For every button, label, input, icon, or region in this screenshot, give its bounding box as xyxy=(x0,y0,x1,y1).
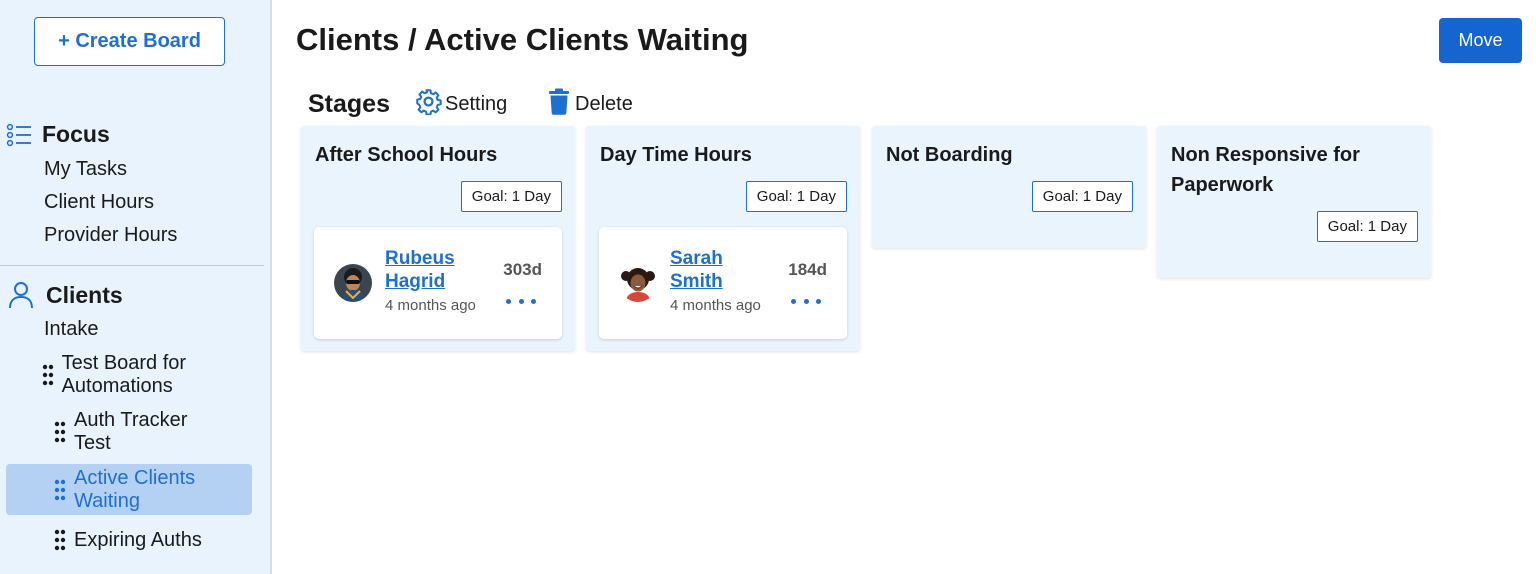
move-button[interactable]: Move xyxy=(1439,18,1522,63)
sidebar-item-my-tasks[interactable]: My Tasks xyxy=(44,158,127,181)
goal-badge: Goal: 1 Day xyxy=(1031,181,1133,212)
drag-handle-icon[interactable] xyxy=(6,478,74,502)
gear-icon xyxy=(415,88,445,121)
goal-badge: Goal: 1 Day xyxy=(1316,211,1418,242)
client-card[interactable]: Rubeus Hagrid 4 months ago 303d xyxy=(314,227,562,339)
drag-handle-icon[interactable] xyxy=(6,363,62,387)
stage-column-day-time-hours: Day Time Hours Goal: 1 Day Sarah Smith 4… xyxy=(586,126,860,351)
sidebar-board-label: Auth Tracker Test xyxy=(74,409,188,454)
days-count: 303d xyxy=(503,260,542,279)
days-count: 184d xyxy=(788,260,827,279)
sidebar-board-label: Active Clients Waiting xyxy=(74,466,196,512)
client-card[interactable]: Sarah Smith 4 months ago 184d xyxy=(599,227,847,339)
stage-title: Day Time Hours xyxy=(600,144,752,166)
stage-title: After School Hours xyxy=(315,144,498,166)
drag-handle-icon[interactable] xyxy=(6,528,74,552)
goal-badge: Goal: 1 Day xyxy=(745,181,847,212)
sidebar-board-auth-tracker[interactable]: Auth Tracker Test xyxy=(6,408,252,456)
goal-badge: Goal: 1 Day xyxy=(460,181,562,212)
create-board-button[interactable]: + Create Board xyxy=(34,17,225,66)
sidebar-item-intake[interactable]: Intake xyxy=(44,318,98,341)
avatar xyxy=(619,264,657,302)
page-title: Clients / Active Clients Waiting xyxy=(296,22,749,57)
delete-label: Delete xyxy=(575,92,633,115)
delete-button[interactable]: Delete xyxy=(548,88,633,121)
card-timestamp: 4 months ago xyxy=(670,297,761,314)
focus-section-title: Focus xyxy=(42,121,110,147)
stages-label: Stages xyxy=(308,90,390,118)
setting-button[interactable]: Setting xyxy=(415,88,508,121)
stage-column-after-school-hours: After School Hours Goal: 1 Day Rubeus Ha… xyxy=(301,126,575,351)
sidebar-board-test-board[interactable]: Test Board for Automations xyxy=(6,351,252,399)
sidebar-board-label: Expiring Auths xyxy=(74,528,202,551)
clients-section-header[interactable]: Clients xyxy=(8,281,123,309)
drag-handle-icon[interactable] xyxy=(6,420,74,444)
client-name-link[interactable]: Sarah Smith xyxy=(670,247,760,293)
sidebar-board-expiring-auths[interactable]: Expiring Auths xyxy=(6,527,252,553)
sidebar: + Create Board Focus My Tasks Client Hou… xyxy=(0,0,272,574)
list-icon xyxy=(6,122,32,148)
focus-section-header[interactable]: Focus xyxy=(6,121,110,148)
clients-section-title: Clients xyxy=(46,281,123,308)
user-icon xyxy=(8,281,34,309)
card-timestamp: 4 months ago xyxy=(385,297,476,314)
sidebar-item-client-hours[interactable]: Client Hours xyxy=(44,191,154,214)
trash-icon xyxy=(548,88,573,121)
sidebar-item-provider-hours[interactable]: Provider Hours xyxy=(44,224,177,247)
client-name-link[interactable]: Rubeus Hagrid xyxy=(385,247,475,293)
avatar xyxy=(334,264,372,302)
stage-title: Non Responsive for Paperwork xyxy=(1171,144,1360,196)
stage-column-non-responsive: Non Responsive for Paperwork Goal: 1 Day xyxy=(1157,126,1431,278)
stage-column-not-boarding: Not Boarding Goal: 1 Day xyxy=(872,126,1146,248)
more-options-icon[interactable] xyxy=(791,293,821,309)
stage-title: Not Boarding xyxy=(886,144,1013,166)
more-options-icon[interactable] xyxy=(506,293,536,309)
setting-label: Setting xyxy=(445,92,508,115)
sidebar-board-label: Test Board for Automations xyxy=(61,352,187,397)
sidebar-board-active-clients-waiting[interactable]: Active Clients Waiting xyxy=(6,464,252,515)
sidebar-divider xyxy=(0,265,264,266)
